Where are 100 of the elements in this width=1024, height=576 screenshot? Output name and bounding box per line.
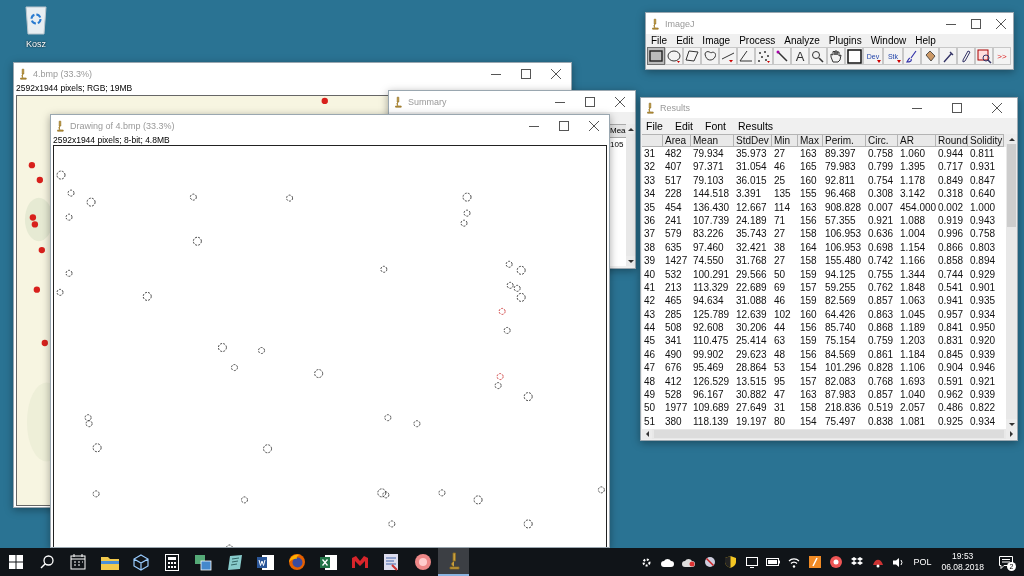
table-cell-text: 579 [664, 227, 683, 241]
menu-item[interactable]: Plugins [828, 34, 862, 46]
tool-button[interactable]: >> [993, 47, 1011, 65]
browser-icon [288, 553, 307, 571]
recycle-bin-icon[interactable] [24, 5, 48, 35]
table-cell-text: 1.344 [899, 267, 927, 281]
table-cell-text: 159 [799, 267, 818, 281]
table-cell-text: 24.189 [735, 213, 768, 228]
table-cell-text: 1977 [664, 401, 689, 415]
row-number: 35 [643, 200, 657, 214]
table-cell-text: 1.060 [899, 147, 927, 161]
column-header[interactable]: Max [798, 134, 823, 147]
table-cell-text: 0.717 [937, 160, 965, 174]
clock[interactable]: 19:53 06.08.2018 [937, 551, 988, 573]
column-header[interactable]: Perim. [823, 134, 866, 147]
menu-item[interactable]: Window [870, 34, 907, 46]
pipette-icon [942, 49, 954, 63]
row-number: 47 [643, 361, 657, 375]
menu-item[interactable]: Font [705, 120, 727, 132]
menu-item[interactable]: File [651, 34, 668, 46]
table-cell-text: 79.983 [824, 160, 857, 174]
table-cell-text: 0.486 [937, 401, 965, 415]
scroll-down-button[interactable] [1006, 419, 1017, 429]
tool-button[interactable]: A [791, 47, 809, 65]
table-cell-text: 3.391 [735, 187, 763, 201]
language-indicator[interactable]: POL [913, 557, 932, 567]
gear-icon [641, 556, 653, 568]
column-header[interactable]: AR [898, 134, 936, 147]
table-cell-text: 341 [664, 334, 683, 348]
column-header[interactable]: Mean [691, 134, 734, 147]
menu-item[interactable]: File [646, 120, 663, 132]
vertical-scrollbar[interactable] [1006, 134, 1017, 429]
lookup-table-icon [976, 48, 992, 64]
table-cell-text: 0.934 [969, 414, 997, 429]
table-cell-text: 0.934 [969, 307, 997, 322]
scroll-up-button[interactable] [1006, 134, 1017, 144]
menu-item[interactable]: Results [738, 120, 774, 132]
maximize-icon [521, 68, 531, 79]
table-cell-text: 101.296 [824, 361, 863, 375]
table-cell-text: 95 [773, 374, 787, 389]
scroll-right-button[interactable] [1006, 429, 1016, 439]
table-cell-text: 163 [799, 200, 818, 214]
column-header[interactable]: Solidity [968, 134, 1004, 147]
table-cell-text: 158 [799, 227, 818, 241]
table-cell-text: 84.569 [824, 347, 857, 362]
table-cell-text: 35.973 [735, 147, 768, 161]
scroll-left-button[interactable] [642, 429, 652, 439]
column-header[interactable]: StdDev [734, 134, 772, 147]
table-cell-text: 1.000 [969, 200, 997, 214]
taskbar-app-button[interactable] [438, 548, 470, 576]
vertical-scrollbar[interactable] [626, 124, 635, 266]
polygon-icon [685, 50, 699, 62]
table-cell-text: 57.355 [824, 213, 857, 228]
cloud-icon [661, 557, 675, 567]
menu-item[interactable]: Edit [674, 120, 693, 132]
window-title: 4.bmp (33.3%) [33, 68, 94, 79]
menu-item[interactable]: Analyze [784, 34, 820, 46]
table-cell-text: 0.996 [937, 227, 965, 241]
row-number: 50 [643, 401, 657, 415]
table-cell-text: 0.847 [969, 173, 997, 188]
table-cell-text: 1.081 [899, 414, 927, 429]
scroll-down-button[interactable] [626, 256, 635, 266]
table-cell-text: 156 [799, 213, 818, 228]
table-cell-text: 0.901 [969, 280, 997, 295]
table-cell-text: 1.693 [899, 374, 927, 389]
angle-icon [739, 50, 753, 62]
table-cell-text: 96.468 [824, 187, 857, 201]
tool-button[interactable] [845, 47, 863, 65]
menu-item[interactable]: Edit [676, 34, 694, 46]
table-cell-text: 29.566 [735, 267, 768, 281]
table-cell-text: 53 [773, 361, 787, 375]
desktop-icon-label[interactable]: Kosz [26, 39, 46, 49]
table-cell-text: 0.894 [969, 254, 997, 268]
table-cell-text: 46 [773, 160, 787, 174]
column-header[interactable]: Min [772, 134, 798, 147]
table-cell-text: 0.007 [867, 200, 895, 214]
table-cell-text: 163 [799, 147, 818, 161]
horizontal-scrollbar[interactable] [642, 429, 1016, 439]
table-cell-text: 0.866 [937, 240, 965, 255]
document-icon [383, 553, 400, 571]
message-icon [999, 555, 1013, 569]
menu-item[interactable]: Process [739, 34, 776, 46]
m-shaped-icon [350, 555, 369, 569]
scroll-thumb[interactable] [1007, 144, 1016, 227]
table-cell-text: 0.858 [937, 254, 965, 268]
table-cell-text: 92.811 [824, 173, 856, 188]
scroll-up-button[interactable] [626, 124, 635, 134]
column-header[interactable]: Area [663, 134, 691, 147]
menu-item[interactable]: Help [915, 34, 936, 46]
scroll-thumb[interactable] [654, 430, 1004, 438]
table-cell-text: 89.397 [824, 147, 857, 161]
menu-item[interactable]: Image [702, 34, 731, 46]
column-header[interactable]: Circ. [866, 134, 898, 147]
table-cell-text: 0.919 [937, 213, 965, 228]
table-cell-text: 36.015 [735, 173, 768, 188]
row-number: 40 [643, 267, 657, 281]
column-header[interactable]: Round [936, 134, 968, 147]
cube-icon [132, 553, 149, 571]
column-header[interactable]: Mea [610, 124, 626, 138]
table-cell-text: 1.184 [899, 347, 927, 362]
